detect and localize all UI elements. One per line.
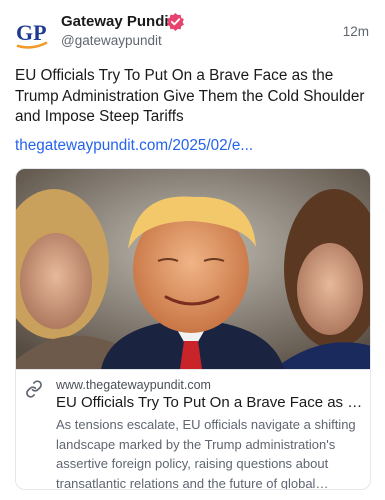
card-description: As tensions escalate, EU officials navig… bbox=[56, 417, 356, 490]
logo-text: GP bbox=[16, 20, 47, 45]
verified-badge-icon bbox=[166, 12, 185, 31]
link-preview-card[interactable]: www.thegatewaypundit.com EU Officials Tr… bbox=[15, 168, 371, 490]
card-body: www.thegatewaypundit.com EU Officials Tr… bbox=[16, 369, 370, 490]
post-header: GP Gateway Pundit @gatewaypundit 12m bbox=[0, 0, 385, 58]
link-icon bbox=[25, 380, 43, 398]
avatar[interactable]: GP bbox=[14, 16, 50, 52]
post-link[interactable]: thegatewaypundit.com/2025/02/e... bbox=[15, 136, 345, 156]
card-title[interactable]: EU Officials Try To Put On a Brave Face … bbox=[56, 393, 364, 413]
post-text: EU Officials Try To Put On a Brave Face … bbox=[15, 67, 365, 125]
gateway-pundit-logo-icon: GP bbox=[16, 20, 48, 49]
card-domain: www.thegatewaypundit.com bbox=[56, 378, 211, 392]
card-image bbox=[16, 169, 370, 369]
account-name[interactable]: Gateway Pundit bbox=[61, 13, 174, 30]
post-timestamp: 12m bbox=[342, 24, 369, 39]
account-handle[interactable]: @gatewaypundit bbox=[61, 33, 162, 48]
